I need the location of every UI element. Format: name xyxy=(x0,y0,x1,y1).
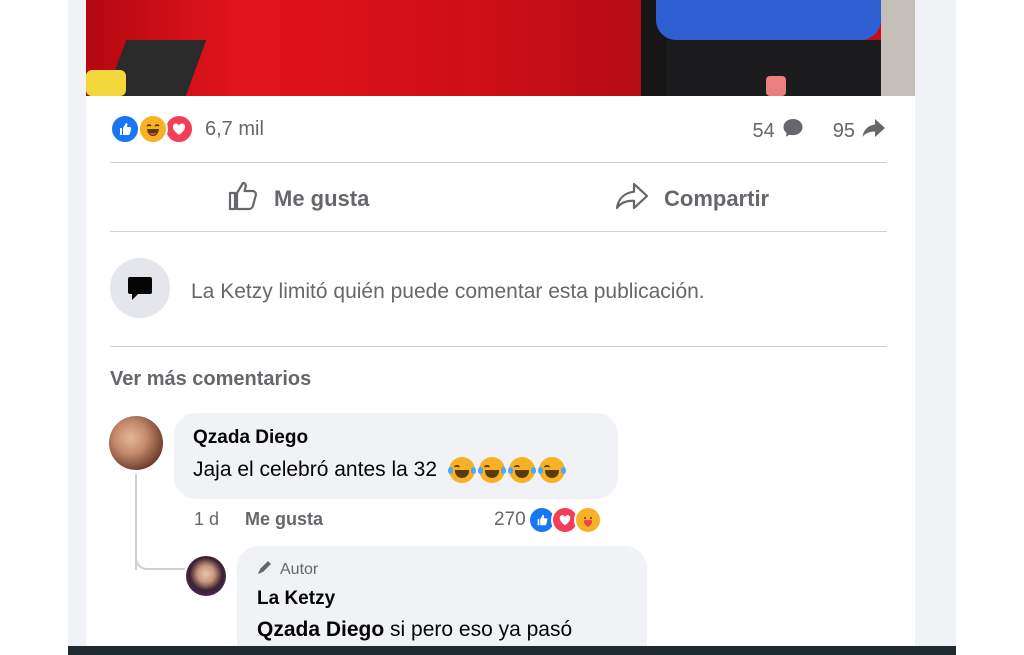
author-badge-label: Autor xyxy=(280,560,319,578)
comment-reaction-count: 270 xyxy=(494,509,526,530)
comment-reactions[interactable]: 270 xyxy=(494,506,602,534)
avatar[interactable] xyxy=(186,556,226,596)
divider-bottom xyxy=(110,346,887,347)
avatar[interactable] xyxy=(109,416,163,470)
comment-text: Jaja el celebró antes la 32 xyxy=(193,458,437,481)
tears-of-joy-emoji xyxy=(508,457,536,483)
screenshot-stage: 6,7 mil 54 95 Me gusta Compartir La Ketz… xyxy=(0,0,1024,655)
comment-bubble xyxy=(174,413,618,499)
like-label: Me gusta xyxy=(274,186,370,211)
tears-of-joy-emoji xyxy=(478,457,506,483)
thumbs-up-icon xyxy=(226,179,260,219)
reply-text-row: Qzada Diego si pero eso ya pasó xyxy=(257,618,572,642)
comment-author[interactable]: Qzada Diego xyxy=(193,427,308,449)
restricted-comment-icon xyxy=(110,258,170,318)
comment-meta: 1 d Me gusta xyxy=(194,509,323,530)
comment-restriction-notice: La Ketzy limitó quién puede comentar est… xyxy=(110,258,887,320)
love-icon xyxy=(164,114,194,144)
comment-count-icon xyxy=(781,116,805,146)
like-button[interactable]: Me gusta xyxy=(226,180,369,218)
share-button[interactable]: Compartir xyxy=(614,180,769,218)
reply-thread-line xyxy=(135,548,185,570)
reply-mention[interactable]: Qzada Diego xyxy=(257,618,384,641)
post-card: 6,7 mil 54 95 Me gusta Compartir La Ketz… xyxy=(86,0,915,655)
pencil-icon xyxy=(256,558,274,581)
comment-text-row: Jaja el celebró antes la 32 xyxy=(193,457,566,483)
divider-middle xyxy=(110,231,887,232)
view-more-comments-link[interactable]: Ver más comentarios xyxy=(110,368,311,391)
post-counts: 54 95 xyxy=(753,116,888,146)
share-label: Compartir xyxy=(664,186,770,211)
share-icon xyxy=(614,179,650,219)
divider-top xyxy=(110,162,887,163)
post-actions: Me gusta Compartir xyxy=(110,166,887,232)
comment-like-button[interactable]: Me gusta xyxy=(245,509,323,530)
reply-text: si pero eso ya pasó xyxy=(384,618,573,641)
like-icon xyxy=(110,114,140,144)
tears-of-joy-emoji xyxy=(448,457,476,483)
author-badge: Autor xyxy=(256,558,318,581)
care-icon xyxy=(573,506,602,534)
haha-icon xyxy=(138,114,168,144)
post-stats: 6,7 mil 54 95 xyxy=(110,112,887,148)
reaction-icons[interactable] xyxy=(110,114,200,146)
shares-count[interactable]: 95 xyxy=(833,120,855,143)
share-count-icon xyxy=(861,116,887,146)
tears-of-joy-emoji xyxy=(538,457,566,483)
reaction-count[interactable]: 6,7 mil xyxy=(205,118,264,141)
reply-author[interactable]: La Ketzy xyxy=(257,588,335,610)
restriction-text: La Ketzy limitó quién puede comentar est… xyxy=(191,280,705,303)
comments-count[interactable]: 54 xyxy=(753,120,775,143)
window-bottom-edge xyxy=(68,646,956,655)
comment-time[interactable]: 1 d xyxy=(194,509,219,530)
post-photo[interactable] xyxy=(86,0,915,96)
